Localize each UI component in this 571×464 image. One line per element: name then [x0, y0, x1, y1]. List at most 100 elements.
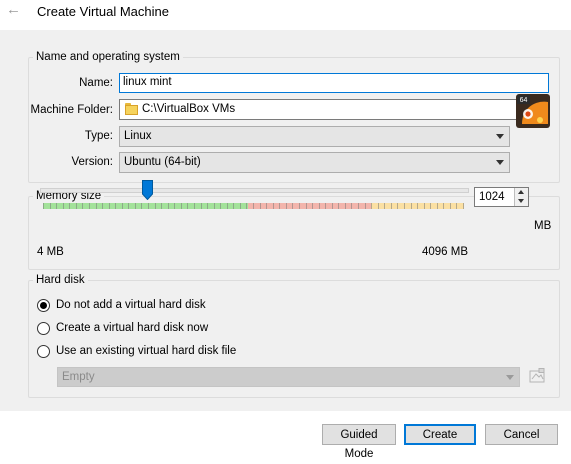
- slider-tick: [332, 203, 333, 209]
- slider-tick: [365, 203, 366, 209]
- radio-label: Create a virtual hard disk now: [56, 322, 209, 334]
- slider-tick: [168, 203, 169, 209]
- slider-tick: [411, 203, 412, 209]
- slider-tick: [109, 203, 110, 209]
- slider-tick: [69, 203, 70, 209]
- slider-tick: [246, 203, 247, 209]
- slider-tick: [82, 203, 83, 209]
- cancel-button[interactable]: Cancel: [485, 424, 558, 445]
- slider-tick: [384, 203, 385, 209]
- title-bar: ← Create Virtual Machine: [0, 0, 571, 30]
- ubuntu-os-icon: 64: [516, 94, 550, 128]
- slider-tick: [437, 203, 438, 209]
- os-badge-text: 64: [520, 97, 528, 104]
- slider-tick: [56, 203, 57, 209]
- slider-tick: [306, 203, 307, 209]
- spin-up-icon[interactable]: [518, 190, 524, 194]
- slider-tick: [115, 203, 116, 209]
- slider-tick: [181, 203, 182, 209]
- memory-value: 1024: [479, 191, 505, 203]
- name-label: Name:: [79, 77, 113, 89]
- slider-tick: [187, 203, 188, 209]
- slider-tick: [279, 203, 280, 209]
- memory-slider-track[interactable]: [40, 188, 469, 193]
- radio-button[interactable]: [37, 345, 50, 358]
- slider-tick: [155, 203, 156, 209]
- slider-tick: [89, 203, 90, 209]
- slider-tick: [430, 203, 431, 209]
- browse-disk-icon: [529, 368, 545, 383]
- slider-tick: [312, 203, 313, 209]
- version-select[interactable]: Ubuntu (64-bit): [119, 152, 510, 173]
- slider-tick: [404, 203, 405, 209]
- slider-tick: [220, 203, 221, 209]
- radio-label: Do not add a virtual hard disk: [56, 299, 206, 311]
- spin-buttons[interactable]: [514, 188, 528, 206]
- machine-folder-value: C:\VirtualBox VMs: [142, 103, 236, 115]
- slider-tick: [43, 203, 44, 209]
- slider-tick: [161, 203, 162, 209]
- type-select[interactable]: Linux: [119, 126, 510, 147]
- machine-folder-combo[interactable]: C:\VirtualBox VMs: [119, 99, 549, 120]
- type-value: Linux: [124, 130, 152, 142]
- name-input[interactable]: linux mint: [119, 73, 549, 93]
- machine-folder-label: Machine Folder:: [30, 104, 113, 116]
- create-button[interactable]: Create: [404, 424, 476, 445]
- slider-tick: [378, 203, 379, 209]
- slider-tick: [50, 203, 51, 209]
- slider-tick: [227, 203, 228, 209]
- slider-tick: [351, 203, 352, 209]
- window-title: Create Virtual Machine: [37, 4, 169, 19]
- slider-tick: [338, 203, 339, 209]
- slider-tick: [76, 203, 77, 209]
- memory-min-label: 4 MB: [37, 246, 64, 258]
- spin-down-icon[interactable]: [518, 199, 524, 203]
- slider-tick: [456, 203, 457, 209]
- memory-slider-ticks: [43, 203, 464, 209]
- memory-slider-thumb[interactable]: [142, 180, 153, 200]
- existing-disk-select: Empty: [57, 367, 520, 387]
- slider-tick: [148, 203, 149, 209]
- slider-tick: [273, 203, 274, 209]
- dropdown-arrow-icon: [496, 134, 504, 139]
- button-bar: Guided Mode Create Cancel: [0, 411, 571, 460]
- memory-max-label: 4096 MB: [421, 246, 468, 258]
- slider-tick: [266, 203, 267, 209]
- slider-tick: [358, 203, 359, 209]
- slider-tick: [260, 203, 261, 209]
- hard-disk-legend: Hard disk: [36, 274, 85, 286]
- radio-button[interactable]: [37, 322, 50, 335]
- slider-tick: [443, 203, 444, 209]
- slider-tick: [345, 203, 346, 209]
- slider-tick: [207, 203, 208, 209]
- slider-tick: [141, 203, 142, 209]
- slider-tick: [397, 203, 398, 209]
- radio-button[interactable]: [37, 299, 50, 312]
- folder-icon: [125, 103, 138, 115]
- dropdown-arrow-icon: [496, 160, 504, 165]
- slider-tick: [135, 203, 136, 209]
- slider-tick: [233, 203, 234, 209]
- slider-tick: [63, 203, 64, 209]
- slider-tick: [174, 203, 175, 209]
- radio-label: Use an existing virtual hard disk file: [56, 345, 237, 357]
- slider-tick: [391, 203, 392, 209]
- guided-mode-button[interactable]: Guided Mode: [322, 424, 396, 460]
- version-label: Version:: [71, 156, 113, 168]
- name-os-legend: Name and operating system: [36, 51, 180, 63]
- slider-tick: [299, 203, 300, 209]
- slider-tick: [417, 203, 418, 209]
- back-arrow-icon[interactable]: ←: [6, 1, 21, 18]
- type-label: Type:: [84, 130, 113, 142]
- existing-disk-value: Empty: [62, 371, 95, 383]
- slider-tick: [96, 203, 97, 209]
- slider-tick: [253, 203, 254, 209]
- slider-tick: [201, 203, 202, 209]
- slider-tick: [450, 203, 451, 209]
- memory-spinbox[interactable]: 1024: [474, 187, 529, 207]
- slider-tick: [286, 203, 287, 209]
- dropdown-arrow-icon: [506, 375, 514, 380]
- slider-tick: [424, 203, 425, 209]
- slider-tick: [102, 203, 103, 209]
- slider-tick: [319, 203, 320, 209]
